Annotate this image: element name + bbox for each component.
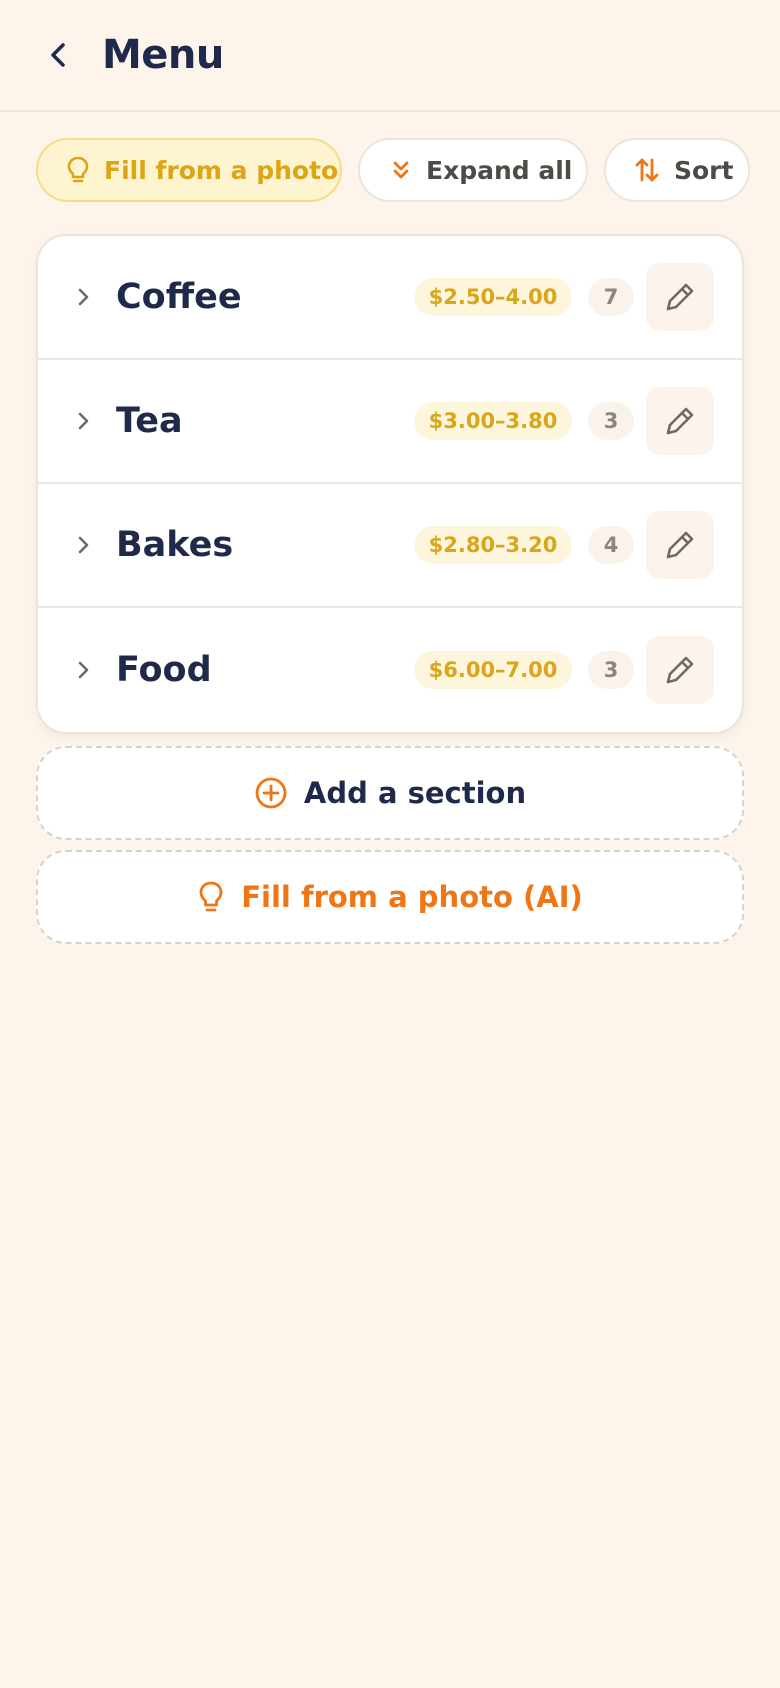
chevron-right-icon xyxy=(74,408,92,434)
chevron-left-icon xyxy=(51,43,65,67)
edit-section-button[interactable] xyxy=(646,263,714,331)
pencil-icon xyxy=(666,531,694,559)
lightbulb-icon xyxy=(66,155,90,185)
expand-all-button[interactable]: Expand all xyxy=(358,138,588,202)
plus-circle-icon xyxy=(254,776,288,810)
chevron-right-icon xyxy=(74,284,92,310)
fill-from-photo-ai-label: Fill from a photo (AI) xyxy=(241,880,583,914)
section-row-food[interactable]: Food $6.00–7.00 3 xyxy=(38,608,742,732)
price-range-badge: $3.00–3.80 xyxy=(414,402,572,440)
chevron-right-icon xyxy=(74,657,92,683)
item-count-badge: 3 xyxy=(588,402,634,440)
sort-label: Sort xyxy=(674,155,734,185)
section-row-coffee[interactable]: Coffee $2.50–4.00 7 xyxy=(38,236,742,360)
page-title: Menu xyxy=(102,32,224,78)
section-row-bakes[interactable]: Bakes $2.80–3.20 4 xyxy=(38,484,742,608)
price-range-badge: $6.00–7.00 xyxy=(414,651,572,689)
pencil-icon xyxy=(666,656,694,684)
sort-arrows-icon xyxy=(634,155,660,185)
section-name: Food xyxy=(116,650,212,690)
fill-from-photo-ai-button[interactable]: Fill from a photo (AI) xyxy=(36,850,744,944)
pencil-icon xyxy=(666,407,694,435)
add-section-button[interactable]: Add a section xyxy=(36,746,744,840)
fill-from-photo-button[interactable]: Fill from a photo xyxy=(36,138,342,202)
price-range-badge: $2.80–3.20 xyxy=(414,526,572,564)
back-button[interactable] xyxy=(40,31,76,79)
toolbar: Fill from a photo Expand all Sort xyxy=(36,138,750,202)
item-count-badge: 4 xyxy=(588,526,634,564)
sections-list: Coffee $2.50–4.00 7 Tea $3.00–3.80 3 Bak… xyxy=(36,234,744,734)
fill-from-photo-label: Fill from a photo xyxy=(104,155,339,185)
expand-all-label: Expand all xyxy=(426,155,573,185)
add-section-label: Add a section xyxy=(303,776,527,810)
section-row-tea[interactable]: Tea $3.00–3.80 3 xyxy=(38,360,742,484)
edit-section-button[interactable] xyxy=(646,511,714,579)
section-name: Coffee xyxy=(116,277,242,317)
edit-section-button[interactable] xyxy=(646,387,714,455)
item-count-badge: 7 xyxy=(588,278,634,316)
price-range-badge: $2.50–4.00 xyxy=(414,278,572,316)
lightbulb-icon xyxy=(197,880,225,914)
section-name: Tea xyxy=(116,401,183,441)
section-name: Bakes xyxy=(116,525,234,565)
pencil-icon xyxy=(666,283,694,311)
top-bar: Menu xyxy=(0,0,780,112)
sort-button[interactable]: Sort xyxy=(604,138,750,202)
double-chevron-down-icon xyxy=(390,158,412,182)
item-count-badge: 3 xyxy=(588,651,634,689)
chevron-right-icon xyxy=(74,532,92,558)
edit-section-button[interactable] xyxy=(646,636,714,704)
